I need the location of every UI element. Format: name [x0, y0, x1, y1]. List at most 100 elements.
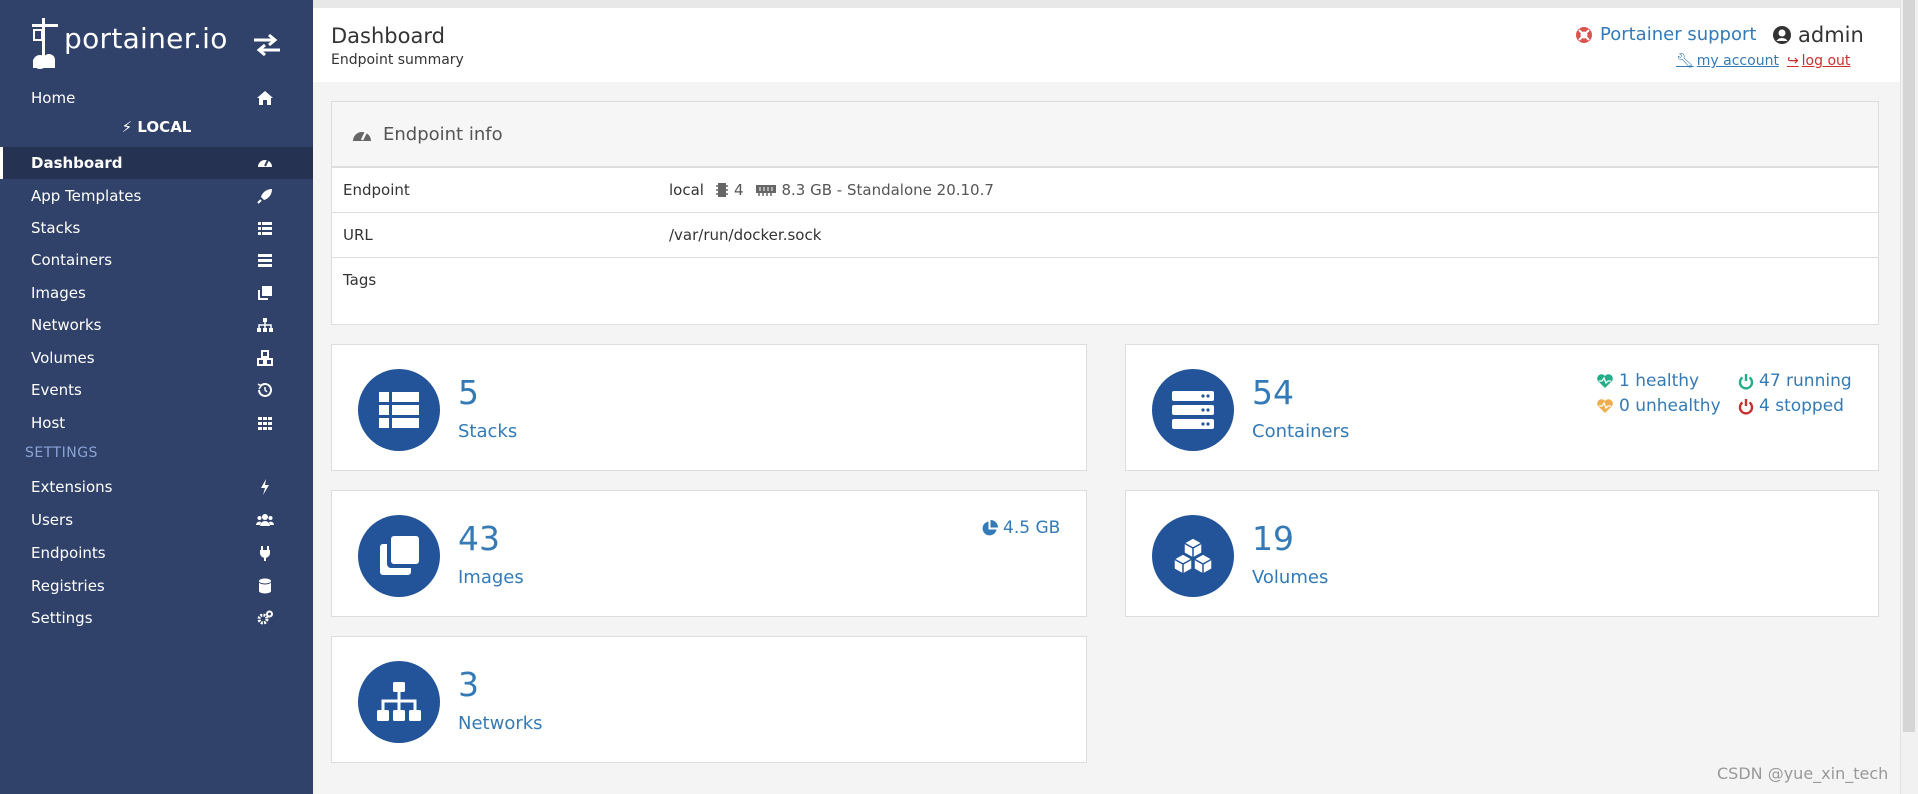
- exchange-icon[interactable]: [252, 32, 282, 58]
- memory-info: 8.3 GB - Standalone 20.10.7: [781, 181, 994, 199]
- healthy-text: 1 healthy: [1619, 371, 1700, 391]
- list-icon: [379, 392, 419, 428]
- sidebar-item-volumes[interactable]: Volumes: [0, 342, 313, 374]
- sidebar-item-label: Containers: [31, 251, 113, 269]
- bolt-icon: [261, 479, 269, 495]
- sidebar-item-label: Host: [31, 414, 66, 432]
- endpoint-header: ⚡︎ LOCAL: [0, 118, 313, 136]
- endpoint-name: local: [669, 181, 704, 199]
- sidebar-item-home[interactable]: Home: [0, 82, 313, 114]
- pie-chart-icon: [982, 519, 998, 535]
- top-bar: Dashboard Endpoint summary Portainer sup…: [313, 0, 1900, 82]
- cubes-icon: [1173, 537, 1213, 575]
- running-text: 47 running: [1759, 371, 1852, 391]
- sidebar-item-dashboard[interactable]: Dashboard: [0, 147, 313, 179]
- images-count: 43: [458, 519, 500, 558]
- stopped-status: 4 stopped: [1738, 396, 1844, 416]
- sidebar-item-app-templates[interactable]: App Templates: [0, 180, 313, 212]
- stopped-text: 4 stopped: [1759, 396, 1844, 416]
- sidebar-item-users[interactable]: Users: [0, 504, 313, 536]
- logout-label: log out: [1801, 53, 1851, 69]
- sitemap-icon: [377, 682, 421, 721]
- page-subtitle: Endpoint summary: [331, 52, 464, 68]
- containers-card[interactable]: 54 Containers 1 healthy 0 unhealthy 47 r…: [1125, 344, 1879, 471]
- cubes-icon: [257, 350, 273, 366]
- sidebar-item-networks[interactable]: Networks: [0, 309, 313, 341]
- clone-icon: [258, 286, 272, 300]
- sidebar-item-label: Registries: [31, 577, 105, 595]
- list-icon: [258, 222, 272, 235]
- user-menu: admin: [1772, 23, 1864, 47]
- stacks-card[interactable]: 5 Stacks: [331, 344, 1087, 471]
- cogs-icon: [257, 610, 273, 625]
- sidebar-item-host[interactable]: Host: [0, 407, 313, 439]
- sidebar-item-label: App Templates: [31, 187, 142, 205]
- networks-card[interactable]: 3 Networks: [331, 636, 1087, 763]
- sidebar-item-label: Extensions: [31, 478, 113, 496]
- volumes-icon-circle: [1152, 515, 1234, 597]
- sidebar-item-label: Endpoints: [31, 544, 106, 562]
- plug-icon: [260, 546, 270, 561]
- page-title: Dashboard: [331, 24, 445, 48]
- microchip-icon: [715, 183, 728, 197]
- healthy-status: 1 healthy: [1596, 371, 1699, 391]
- containers-label: Containers: [1252, 421, 1350, 442]
- server-icon: [258, 254, 272, 267]
- sidebar-item-label: Dashboard: [31, 154, 123, 172]
- power-off-icon: [1738, 398, 1754, 414]
- sidebar-item-label: Networks: [31, 316, 102, 334]
- endpoint-row: Endpoint local 4 8.3 GB - Standalone 20.…: [332, 168, 1878, 213]
- sidebar-item-settings[interactable]: Settings: [0, 602, 313, 634]
- stacks-count: 5: [458, 373, 479, 412]
- my-account-link[interactable]: 🔧︎ my account: [1676, 53, 1779, 69]
- sidebar-item-images[interactable]: Images: [0, 277, 313, 309]
- sidebar-item-containers[interactable]: Containers: [0, 244, 313, 276]
- containers-count: 54: [1252, 373, 1294, 412]
- sidebar-item-label: Images: [31, 284, 86, 302]
- scrollbar-thumb[interactable]: [1903, 0, 1915, 732]
- images-icon-circle: [358, 515, 440, 597]
- widget-title: Endpoint info: [383, 124, 503, 145]
- unhealthy-text: 0 unhealthy: [1619, 396, 1721, 416]
- networks-count: 3: [458, 665, 479, 704]
- logo-text: portainer.io: [64, 22, 228, 55]
- sidebar-item-stacks[interactable]: Stacks: [0, 212, 313, 244]
- clone-icon: [380, 536, 419, 575]
- endpoint-key: Endpoint: [343, 181, 410, 199]
- endpoint-value: local 4 8.3 GB - Standalone 20.10.7: [669, 181, 994, 199]
- containers-icon-circle: [1152, 369, 1234, 451]
- tags-key: Tags: [343, 271, 377, 289]
- sidebar-item-extensions[interactable]: Extensions: [0, 471, 313, 503]
- url-key: URL: [343, 226, 373, 244]
- username: admin: [1798, 23, 1864, 47]
- rocket-icon: [257, 189, 272, 204]
- networks-label: Networks: [458, 713, 543, 734]
- volumes-card[interactable]: 19 Volumes: [1125, 490, 1879, 617]
- server-icon: [1172, 391, 1214, 429]
- sidebar-item-events[interactable]: Events: [0, 374, 313, 406]
- sidebar-item-registries[interactable]: Registries: [0, 570, 313, 602]
- history-icon: [257, 382, 272, 397]
- endpoint-name: LOCAL: [137, 118, 192, 136]
- unhealthy-status: 0 unhealthy: [1596, 396, 1721, 416]
- sidebar-item-label: Stacks: [31, 219, 81, 237]
- user-circle-icon: [1773, 26, 1791, 44]
- tags-row: Tags: [332, 258, 1878, 318]
- sidebar-item-label: Home: [31, 89, 76, 107]
- account-links: 🔧︎ my account ↪ log out: [1676, 53, 1850, 69]
- life-ring-icon: [1576, 26, 1592, 43]
- users-icon: [256, 514, 274, 526]
- tachometer-icon: [353, 131, 371, 141]
- memory-icon: [755, 185, 776, 196]
- sidebar-item-label: Users: [31, 511, 74, 529]
- volumes-count: 19: [1252, 519, 1294, 558]
- widget-header: Endpoint info: [332, 102, 1878, 168]
- settings-header: SETTINGS: [25, 445, 98, 461]
- logout-link[interactable]: ↪ log out: [1787, 53, 1850, 69]
- support-link[interactable]: Portainer support: [1575, 24, 1756, 45]
- url-row: URL /var/run/docker.sock: [332, 213, 1878, 258]
- th-icon: [258, 417, 272, 430]
- sidebar-item-endpoints[interactable]: Endpoints: [0, 537, 313, 569]
- sidebar-item-label: Settings: [31, 609, 93, 627]
- images-card[interactable]: 43 Images 4.5 GB: [331, 490, 1087, 617]
